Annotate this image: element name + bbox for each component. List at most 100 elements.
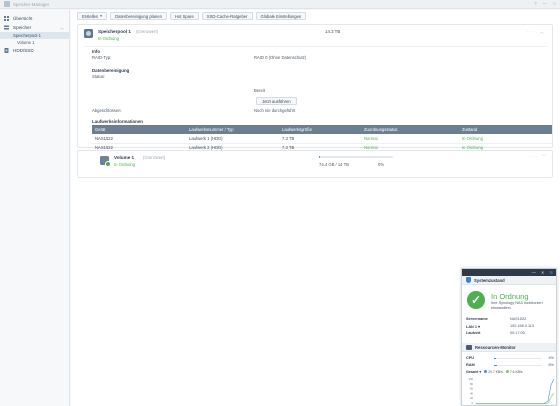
monitor-icon bbox=[466, 344, 472, 350]
maximize-button[interactable]: □ bbox=[553, 1, 556, 6]
chevron-down-icon[interactable]: ▾ bbox=[478, 325, 480, 329]
cell-drive: Laufwerk 1 (HDD) bbox=[186, 134, 279, 144]
pool-subtitle: (Grenzwert) bbox=[136, 29, 159, 34]
pool-more-icon[interactable]: ··· ︿ bbox=[526, 29, 546, 35]
column-header[interactable]: Laufwerksnummer / Typ bbox=[186, 125, 279, 134]
create-label: Erstellen bbox=[82, 13, 99, 19]
chevron-up-icon[interactable]: ︿ bbox=[60, 25, 64, 31]
server-name-label: Servername bbox=[466, 317, 488, 321]
lan-label: LAN 1 ▾ bbox=[466, 324, 480, 329]
cell-device: NAS1522 bbox=[92, 134, 186, 144]
global-settings-button[interactable]: Globale Einstellungen bbox=[255, 12, 307, 20]
chart-tick-label: 80 bbox=[470, 382, 473, 386]
sidebar-item-hdd-ssd[interactable]: HDD/SSD bbox=[0, 46, 69, 55]
window-controls: ? — □ bbox=[534, 1, 556, 6]
window-title: Speicher-Manager bbox=[13, 1, 50, 7]
pool-status: In Ordnung bbox=[98, 36, 119, 41]
raid-type-label: RAID-Typ: bbox=[92, 55, 112, 60]
minimize-button[interactable]: — bbox=[543, 1, 548, 6]
pool-header[interactable]: Speicherpool 1 (Grenzwert) In Ordnung 14… bbox=[84, 28, 548, 44]
system-health-title: Systemzustand bbox=[474, 277, 505, 283]
volume-used: 74.4 GB / 14 TB bbox=[319, 162, 349, 167]
widget-panel: — ✕ ⊞ Systemzustand ✓ In Ordnung Ihre Sy… bbox=[461, 268, 557, 406]
app-icon bbox=[4, 1, 10, 7]
pool-title: Speicherpool 1 bbox=[98, 29, 131, 34]
download-legend: 7.6 KB/s bbox=[505, 370, 523, 374]
help-button[interactable]: ? bbox=[534, 1, 537, 6]
table-row[interactable]: NAS1522 Laufwerk 1 (HDD) 7.3 TB Normal I… bbox=[92, 134, 552, 144]
lan-label-text: LAN 1 bbox=[466, 325, 477, 329]
sidebar-item-overview[interactable]: Übersicht bbox=[0, 14, 69, 23]
download-line bbox=[476, 392, 554, 405]
column-header[interactable]: Laufwerksgröße bbox=[279, 125, 361, 134]
sidebar-item-storage[interactable]: Speicher ︿ bbox=[0, 23, 69, 32]
sidebar-item-label: Speicher bbox=[13, 25, 32, 30]
network-select-label: Gesamt bbox=[466, 370, 479, 374]
ram-row: RAM 6% bbox=[466, 363, 554, 368]
cpu-row: CPU 4% bbox=[466, 356, 554, 361]
upload-value: 20.7 KB/s bbox=[488, 370, 503, 374]
volume-usage-bar bbox=[319, 156, 393, 158]
ram-value: 6% bbox=[548, 363, 555, 367]
column-header[interactable]: Zustand bbox=[459, 125, 552, 134]
network-select[interactable]: Gesamt ▾ bbox=[466, 370, 481, 374]
volume-subtitle: (Grenzwert) bbox=[143, 155, 166, 160]
upload-legend: 20.7 KB/s bbox=[484, 370, 503, 374]
health-status: In Ordnung bbox=[491, 292, 529, 301]
schedule-scrub-button[interactable]: Datenbereinigung planen bbox=[110, 12, 167, 20]
overview-icon bbox=[4, 16, 9, 21]
column-header[interactable]: Gerät bbox=[92, 125, 186, 134]
chart-tick-label: 20 bbox=[470, 396, 473, 400]
sidebar: Übersicht Speicher ︿ Speicherpool 1 Volu… bbox=[0, 10, 70, 406]
volume-usage-fill bbox=[319, 156, 320, 158]
run-now-button[interactable]: Jetzt ausführen bbox=[256, 97, 297, 105]
caret-down-icon: ▾ bbox=[100, 14, 103, 18]
health-description: Ihre Synology NAS funktioniert einwandfr… bbox=[491, 301, 543, 310]
server-name-value: NAS1522 bbox=[510, 317, 527, 321]
table-header-row: Gerät Laufwerksnummer / Typ Laufwerksgrö… bbox=[92, 125, 552, 134]
chart-tick-label: 60 bbox=[470, 387, 473, 391]
cell-health: In Ordnung bbox=[459, 134, 552, 144]
chart-tick-label: 0 bbox=[472, 401, 474, 405]
sidebar-item-volume[interactable]: Volume 1 bbox=[0, 39, 69, 46]
uptime-value: 00:17:05 bbox=[510, 331, 525, 335]
chart-tick-labels: 100806040200 bbox=[469, 377, 474, 405]
cell-allocation: Normal bbox=[361, 134, 459, 144]
volume-status: In Ordnung bbox=[114, 162, 135, 167]
create-button[interactable]: Erstellen ▾ bbox=[77, 12, 108, 20]
widget-pin-icon[interactable]: ✕ bbox=[541, 270, 545, 275]
shield-icon bbox=[466, 277, 471, 283]
widget-toolbar: — ✕ ⊞ bbox=[462, 269, 556, 276]
hot-spare-button[interactable]: Hot Spare bbox=[169, 12, 199, 20]
ssd-cache-advisor-button[interactable]: SSD-Cache-Ratgeber bbox=[201, 12, 253, 20]
volume-percent: 0% bbox=[378, 162, 385, 167]
volume-more-icon[interactable]: ··· ﹀ bbox=[528, 154, 548, 160]
info-heading: Info bbox=[92, 49, 101, 54]
ram-bar-fill bbox=[494, 364, 497, 367]
cpu-bar-fill bbox=[494, 357, 496, 360]
uptime-label: Laufzeit bbox=[466, 331, 481, 335]
column-header[interactable]: Zuordnungsstatus bbox=[361, 125, 459, 134]
resource-monitor-header: Ressourcen-Monitor bbox=[462, 343, 556, 352]
network-chart: 100806040200 bbox=[469, 377, 554, 405]
scrub-status-label: Status: bbox=[92, 74, 106, 79]
storage-pool-icon bbox=[84, 29, 93, 38]
volume-card[interactable]: Volume 1 (Grenzwert) In Ordnung 74.4 GB … bbox=[77, 150, 553, 178]
scrub-heading: Datenbereinigung bbox=[92, 68, 130, 73]
volume-icon bbox=[100, 156, 111, 167]
sidebar-item-label: HDD/SSD bbox=[13, 48, 34, 53]
disk-icon bbox=[4, 48, 9, 53]
completed-label: Abgeschlossen: bbox=[92, 108, 122, 113]
cpu-value: 4% bbox=[548, 356, 555, 360]
widget-add-icon[interactable]: ⊞ bbox=[549, 270, 553, 275]
divider bbox=[84, 46, 548, 47]
sidebar-item-storage-pool[interactable]: Speicherpool 1 bbox=[0, 32, 69, 39]
drive-table: Gerät Laufwerksnummer / Typ Laufwerksgrö… bbox=[92, 125, 552, 153]
scrub-status-value: Bereit bbox=[254, 88, 265, 93]
completed-value: Noch nie durchgeführt bbox=[254, 108, 296, 113]
widget-minimize-icon[interactable]: — bbox=[532, 270, 536, 275]
volume-title: Volume 1 bbox=[114, 155, 135, 160]
cell-size: 7.3 TB bbox=[279, 134, 361, 144]
chart-tick-label: 40 bbox=[470, 391, 473, 395]
ram-label: RAM bbox=[466, 363, 475, 367]
